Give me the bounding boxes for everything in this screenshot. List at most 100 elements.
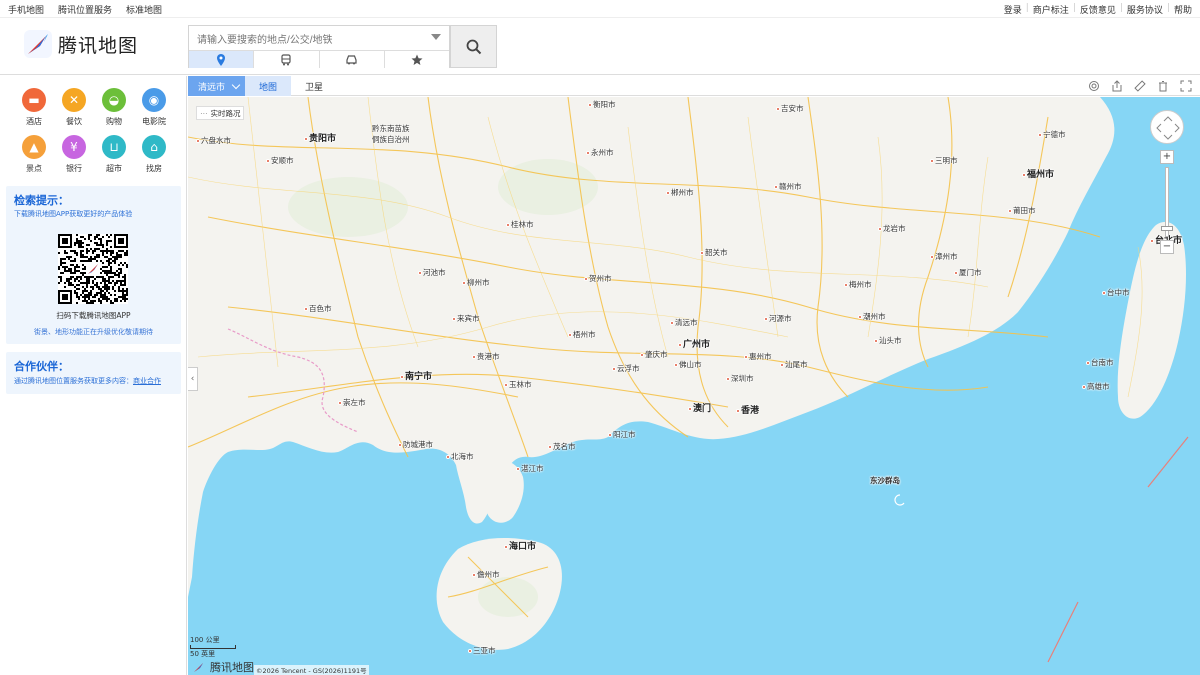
category-scenic[interactable]: ▲ 景点: [14, 135, 54, 174]
map-label-chenzhou[interactable]: 郴州市: [666, 187, 694, 198]
tips-subtitle[interactable]: 下载腾讯地图APP获取更好的产品体验: [14, 209, 132, 219]
link-login[interactable]: 登录: [1004, 3, 1022, 16]
map-label-chongzuo[interactable]: 崇左市: [338, 397, 366, 408]
map-label-guiyang[interactable]: 贵阳市: [304, 131, 336, 144]
partner-heading: 合作伙伴：: [14, 360, 69, 373]
map-label-liupanshui[interactable]: 六盘水市: [196, 135, 231, 146]
link-location-service[interactable]: 腾讯位置服务: [58, 3, 112, 16]
map-label-macau[interactable]: 澳门: [688, 401, 711, 414]
map-label-liuzhou[interactable]: 柳州市: [462, 277, 490, 288]
category-shopping[interactable]: ◒ 购物: [94, 88, 134, 127]
link-feedback[interactable]: 反馈意见: [1080, 3, 1116, 16]
clear-trash-icon[interactable]: [1156, 79, 1169, 92]
search-icon: [466, 39, 481, 54]
category-supermarket[interactable]: ⊔ 超市: [94, 135, 134, 174]
map-label-yangjiang[interactable]: 阳江市: [608, 429, 636, 440]
map-label-yunfu[interactable]: 云浮市: [612, 363, 640, 374]
map-label-nanning[interactable]: 南宁市: [400, 369, 432, 382]
collapse-sidebar-button[interactable]: ‹: [188, 367, 198, 391]
mode-favorites[interactable]: [384, 51, 449, 68]
header: 腾讯地图: [0, 18, 1200, 75]
map-label-qingyuan[interactable]: 清远市: [670, 317, 698, 328]
map-label-foshan[interactable]: 佛山市: [674, 359, 702, 370]
category-hotel[interactable]: ▬ 酒店: [14, 88, 54, 127]
category-bank[interactable]: ¥ 银行: [54, 135, 94, 174]
map-label-laibin[interactable]: 来宾市: [452, 313, 480, 324]
map-label-guigang[interactable]: 贵港市: [472, 351, 500, 362]
map-label-zhangzhou[interactable]: 漳州市: [930, 251, 958, 262]
link-standard-map[interactable]: 标准地图: [126, 3, 162, 16]
map-label-sanya[interactable]: 三亚市: [468, 645, 496, 656]
city-selector[interactable]: 清远市: [188, 76, 245, 96]
search-dropdown-caret-icon[interactable]: [431, 34, 441, 40]
map-label-shenzhen[interactable]: 深圳市: [726, 373, 754, 384]
map-canvas[interactable]: ⋯ 实时路况 贵阳市 六盘水市 安顺市 黔东南苗族 侗族自治州 衡阳市 吉安市 …: [188, 97, 1200, 675]
map-label-baise[interactable]: 百色市: [304, 303, 332, 314]
link-mobile-map[interactable]: 手机地图: [8, 3, 44, 16]
tab-map[interactable]: 地图: [245, 76, 291, 96]
zoom-slider-thumb[interactable]: [1161, 226, 1173, 231]
map-label-zhaoqing[interactable]: 肇庆市: [640, 349, 668, 360]
traffic-toggle[interactable]: ⋯ 实时路况: [196, 106, 244, 120]
map-label-chaozhou[interactable]: 潮州市: [858, 311, 886, 322]
map-label-tainan[interactable]: 台南市: [1086, 357, 1114, 368]
map-label-fuzhou[interactable]: 福州市: [1022, 167, 1054, 180]
map-label-haikou[interactable]: 海口市: [504, 539, 536, 552]
mode-place[interactable]: [189, 51, 255, 68]
link-merchant-mark[interactable]: 商户标注: [1033, 3, 1069, 16]
map-label-putian[interactable]: 莆田市: [1008, 205, 1036, 216]
map-label-dongsha[interactable]: 东沙群岛: [870, 475, 900, 486]
search-input[interactable]: [189, 26, 449, 50]
map-label-fangchenggang[interactable]: 防城港市: [398, 439, 433, 450]
search-tips-panel: 检索提示： 下载腾讯地图APP获取更好的产品体验 扫码下载腾讯地图APP 街景、…: [6, 186, 181, 344]
search-button[interactable]: [450, 25, 497, 68]
category-dining[interactable]: ✕ 餐饮: [54, 88, 94, 127]
map-label-wuzhou[interactable]: 梧州市: [568, 329, 596, 340]
pan-control[interactable]: [1150, 110, 1184, 144]
map-label-hechi[interactable]: 河池市: [418, 267, 446, 278]
tab-satellite[interactable]: 卫星: [291, 76, 337, 96]
map-label-guangzhou[interactable]: 广州市: [678, 337, 710, 350]
map-label-zhanjiang[interactable]: 湛江市: [516, 463, 544, 474]
map-label-hongkong[interactable]: 香港: [736, 403, 759, 416]
map-label-anshun[interactable]: 安顺市: [266, 155, 294, 166]
link-help[interactable]: 帮助: [1174, 3, 1192, 16]
map-label-sanming[interactable]: 三明市: [930, 155, 958, 166]
map-label-huizhou[interactable]: 惠州市: [744, 351, 772, 362]
map-label-qiandongnan[interactable]: 黔东南苗族 侗族自治州: [372, 123, 410, 145]
map-label-hezhou[interactable]: 贺州市: [584, 273, 612, 284]
map-label-jian[interactable]: 吉安市: [776, 103, 804, 114]
link-service-agreement[interactable]: 服务协议: [1127, 3, 1163, 16]
map-label-hengyang[interactable]: 衡阳市: [588, 99, 616, 110]
map-label-shaoguan[interactable]: 韶关市: [700, 247, 728, 258]
category-housing[interactable]: ⌂ 找房: [134, 135, 174, 174]
map-label-heyuan[interactable]: 河源市: [764, 313, 792, 324]
map-label-taichung[interactable]: 台中市: [1102, 287, 1130, 298]
map-label-guilin[interactable]: 桂林市: [506, 219, 534, 230]
mode-drive[interactable]: [319, 51, 385, 68]
map-label-shantou[interactable]: 汕头市: [874, 335, 902, 346]
zoom-out-button[interactable]: −: [1160, 240, 1174, 254]
map-label-ganzhou[interactable]: 赣州市: [774, 181, 802, 192]
map-label-danzhou[interactable]: 儋州市: [472, 569, 500, 580]
logo[interactable]: 腾讯地图: [24, 30, 138, 58]
map-label-yongzhou[interactable]: 永州市: [586, 147, 614, 158]
fullscreen-icon[interactable]: [1179, 79, 1192, 92]
map-label-yulin[interactable]: 玉林市: [504, 379, 532, 390]
map-label-kaohsiung[interactable]: 高雄市: [1082, 381, 1110, 392]
ruler-icon[interactable]: [1133, 79, 1146, 92]
panorama-icon[interactable]: [1087, 79, 1100, 92]
map-label-beihai[interactable]: 北海市: [446, 451, 474, 462]
zoom-slider[interactable]: [1161, 167, 1173, 237]
zoom-in-button[interactable]: +: [1160, 150, 1174, 164]
map-label-maoming[interactable]: 茂名市: [548, 441, 576, 452]
map-label-longyan[interactable]: 龙岩市: [878, 223, 906, 234]
map-label-meizhou[interactable]: 梅州市: [844, 279, 872, 290]
category-cinema[interactable]: ◉ 电影院: [134, 88, 174, 127]
mode-bus[interactable]: [254, 51, 320, 68]
share-icon[interactable]: [1110, 79, 1123, 92]
map-label-xiamen[interactable]: 厦门市: [954, 267, 982, 278]
business-cooperation-link[interactable]: 商业合作: [133, 377, 161, 385]
map-label-shanwei[interactable]: 汕尾市: [780, 359, 808, 370]
map-label-ningde[interactable]: 宁德市: [1038, 129, 1066, 140]
